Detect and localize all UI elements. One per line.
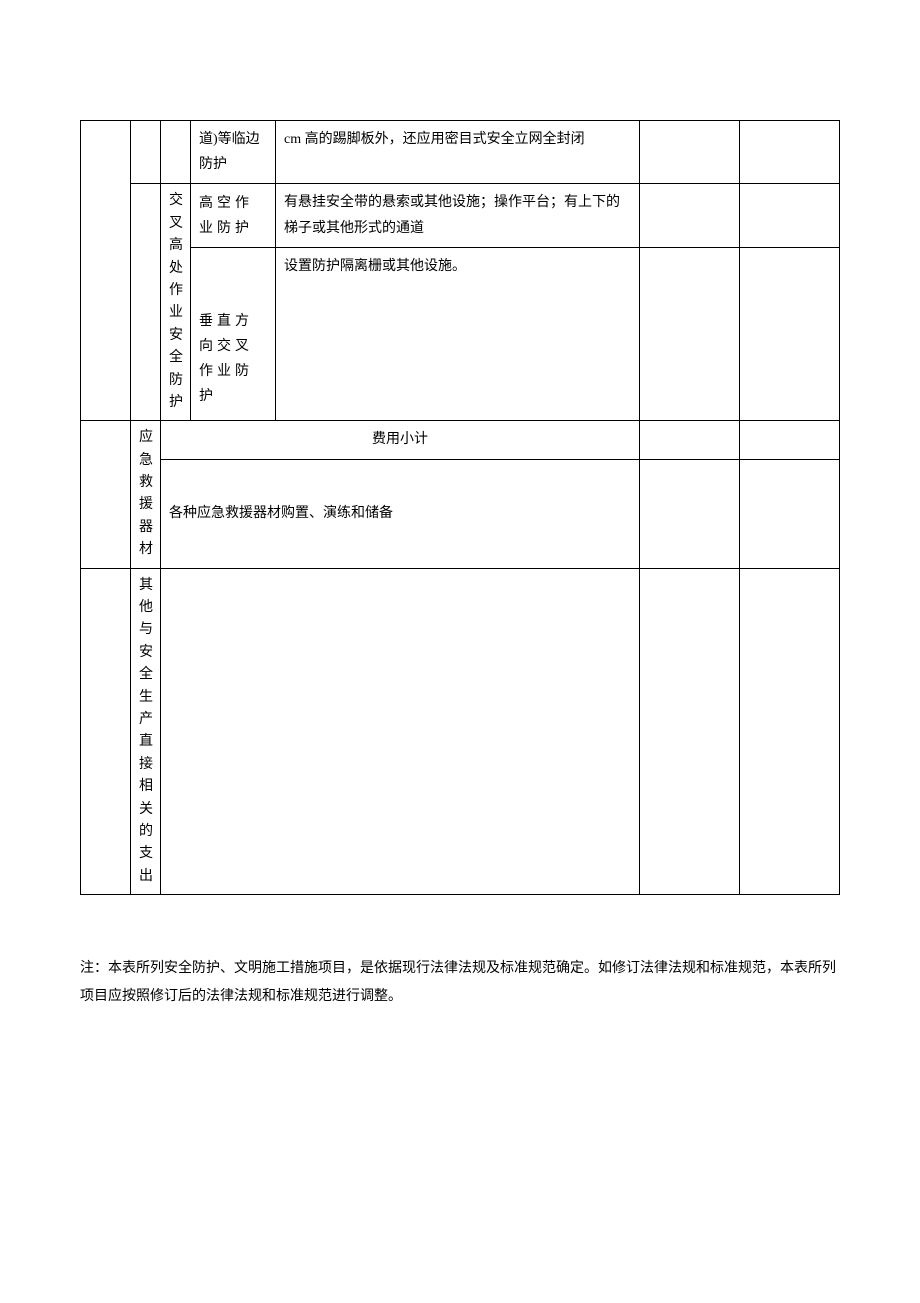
cell-col1 (81, 421, 131, 568)
cell-text: 道)等临边防护 (199, 132, 260, 172)
cell-col6 (640, 184, 740, 248)
cell-content (161, 568, 640, 894)
cell-col2 (131, 184, 161, 421)
cell-text: 高空作业防护 (199, 196, 253, 236)
cell-text: 设置防护隔离栅或其他设施。 (284, 259, 466, 274)
cell-col7 (740, 460, 840, 568)
table-row: 交叉高处作业安全防护 高空作业防护 有悬挂安全带的悬索或其他设施；操作平台；有上… (81, 184, 840, 248)
table-row: 道)等临边防护 cm 高的踢脚板外，还应用密目式安全立网全封闭 (81, 121, 840, 184)
cell-text: 各种应急救援器材购置、演练和储备 (169, 506, 393, 521)
cell-col4: 道)等临边防护 (191, 121, 276, 184)
cell-text: 费用小计 (372, 432, 428, 447)
cell-col2: 应急救援器材 (131, 421, 161, 568)
cell-text: 有悬挂安全带的悬索或其他设施；操作平台；有上下的梯子或其他形式的通道 (284, 195, 620, 235)
cell-col3: 交叉高处作业安全防护 (161, 184, 191, 421)
cell-text: 其他与安全生产直接相关的支出 (139, 578, 153, 884)
cell-col6 (640, 568, 740, 894)
cell-text: 应急救援器材 (139, 430, 153, 557)
cell-col7 (740, 248, 840, 421)
cell-col1 (81, 121, 131, 421)
cell-col7 (740, 568, 840, 894)
cell-col2: 其他与安全生产直接相关的支出 (131, 568, 161, 894)
table-row: 其他与安全生产直接相关的支出 (81, 568, 840, 894)
cell-col5: 设置防护隔离栅或其他设施。 (276, 248, 640, 421)
table-row: 垂直方向交叉作业防护 设置防护隔离栅或其他设施。 (81, 248, 840, 421)
cell-col2 (131, 121, 161, 184)
cell-text: cm 高的踢脚板外，还应用密目式安全立网全封闭 (284, 132, 585, 147)
cell-col4: 垂直方向交叉作业防护 (191, 248, 276, 421)
cell-col5: cm 高的踢脚板外，还应用密目式安全立网全封闭 (276, 121, 640, 184)
cell-content: 各种应急救援器材购置、演练和储备 (161, 460, 640, 568)
table-row: 应急救援器材 费用小计 (81, 421, 840, 460)
cell-col5: 有悬挂安全带的悬索或其他设施；操作平台；有上下的梯子或其他形式的通道 (276, 184, 640, 248)
cell-col6 (640, 460, 740, 568)
cell-col3 (161, 121, 191, 184)
cell-col7 (740, 184, 840, 248)
note-text: 注：本表所列安全防护、文明施工措施项目，是依据现行法律法规及标准规范确定。如修订… (80, 961, 836, 1004)
table-row: 各种应急救援器材购置、演练和储备 (81, 460, 840, 568)
main-table: 道)等临边防护 cm 高的踢脚板外，还应用密目式安全立网全封闭 交叉高处作业安全… (80, 120, 840, 895)
cell-text: 交叉高处作业安全防护 (169, 193, 183, 410)
cell-col1 (81, 568, 131, 894)
cell-subtotal: 费用小计 (161, 421, 640, 460)
cell-col7 (740, 421, 840, 460)
cell-col6 (640, 421, 740, 460)
cell-col6 (640, 248, 740, 421)
footnote: 注：本表所列安全防护、文明施工措施项目，是依据现行法律法规及标准规范确定。如修订… (80, 955, 840, 1011)
cell-col6 (640, 121, 740, 184)
cell-col4: 高空作业防护 (191, 184, 276, 248)
cell-col7 (740, 121, 840, 184)
cell-text: 垂直方向交叉作业防护 (199, 314, 253, 405)
